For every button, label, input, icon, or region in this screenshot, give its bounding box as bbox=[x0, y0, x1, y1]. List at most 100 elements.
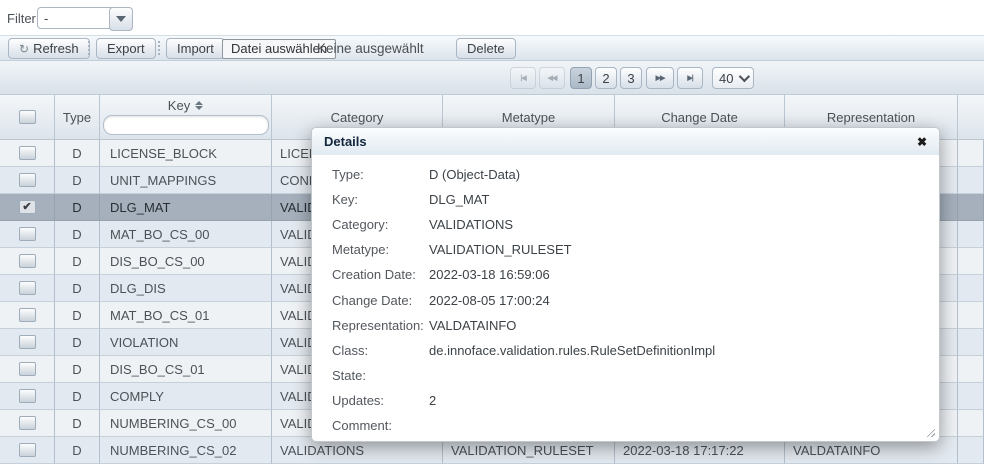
row-checkbox-cell: ✔ bbox=[0, 356, 55, 383]
cell-filler bbox=[958, 194, 984, 221]
cell-filler bbox=[958, 410, 984, 437]
row-checkbox[interactable]: ✔ bbox=[19, 416, 36, 430]
delete-button[interactable]: Delete bbox=[456, 38, 516, 59]
column-header-filler bbox=[958, 95, 984, 139]
row-checkbox[interactable]: ✔ bbox=[19, 173, 36, 187]
first-page-button[interactable]: |◀ bbox=[510, 67, 536, 89]
cell-key: NUMBERING_CS_02 bbox=[100, 437, 272, 464]
detail-field-row: Metatype:VALIDATION_RULESET bbox=[332, 237, 939, 262]
filter-label: Filter bbox=[7, 11, 36, 26]
row-checkbox[interactable]: ✔ bbox=[19, 308, 36, 322]
row-checkbox[interactable]: ✔ bbox=[19, 443, 36, 457]
last-page-button[interactable]: ▶| bbox=[677, 67, 703, 89]
page-button-3[interactable]: 3 bbox=[620, 67, 642, 89]
refresh-button[interactable]: ↻Refresh bbox=[8, 38, 90, 59]
import-button[interactable]: Import bbox=[166, 38, 225, 59]
export-button[interactable]: Export bbox=[96, 38, 156, 59]
cell-type: D bbox=[55, 437, 100, 464]
detail-field-row: Updates:2 bbox=[332, 388, 939, 413]
cell-key: DIS_BO_CS_00 bbox=[100, 248, 272, 275]
detail-field-label: Type: bbox=[332, 167, 429, 182]
cell-filler bbox=[958, 329, 984, 356]
cell-type: D bbox=[55, 167, 100, 194]
cell-type: D bbox=[55, 356, 100, 383]
sort-icon[interactable] bbox=[195, 101, 203, 110]
cell-type: D bbox=[55, 140, 100, 167]
row-checkbox[interactable]: ✔ bbox=[19, 335, 36, 349]
cell-type: D bbox=[55, 329, 100, 356]
cell-key: NUMBERING_CS_00 bbox=[100, 410, 272, 437]
detail-field-value: 2022-03-18 16:59:06 bbox=[429, 267, 550, 282]
prev-page-button[interactable]: ◀◀ bbox=[539, 67, 565, 89]
first-page-icon: |◀ bbox=[520, 74, 525, 82]
cell-filler bbox=[958, 140, 984, 167]
row-checkbox-cell: ✔ bbox=[0, 275, 55, 302]
cell-key: MAT_BO_CS_00 bbox=[100, 221, 272, 248]
detail-field-label: Creation Date: bbox=[332, 267, 429, 282]
detail-field-label: Updates: bbox=[332, 393, 429, 408]
detail-field-label: Metatype: bbox=[332, 242, 429, 257]
detail-field-row: Representation:VALDATAINFO bbox=[332, 313, 939, 338]
row-checkbox-cell: ✔ bbox=[0, 194, 55, 221]
detail-field-value: 2 bbox=[429, 393, 436, 408]
cell-filler bbox=[958, 302, 984, 329]
row-checkbox[interactable]: ✔ bbox=[19, 281, 36, 295]
row-checkbox[interactable]: ✔ bbox=[19, 254, 36, 268]
cell-filler bbox=[958, 383, 984, 410]
detail-field-row: Class:de.innoface.validation.rules.RuleS… bbox=[332, 338, 939, 363]
column-header-key-label: Key bbox=[168, 98, 190, 113]
row-checkbox[interactable]: ✔ bbox=[19, 200, 36, 214]
filter-bar: Filter bbox=[0, 0, 984, 35]
dialog-body: Type:D (Object-Data)Key:DLG_MATCategory:… bbox=[312, 155, 939, 438]
cell-filler bbox=[958, 167, 984, 194]
detail-field-row: Comment: bbox=[332, 413, 939, 438]
row-checkbox-cell: ✔ bbox=[0, 140, 55, 167]
cell-filler bbox=[958, 437, 984, 464]
pagination-bar: |◀ ◀◀ 1 2 3 ▶▶ ▶| 40 bbox=[0, 61, 984, 95]
refresh-icon: ↻ bbox=[19, 42, 29, 56]
key-filter-input[interactable] bbox=[103, 115, 269, 135]
page-size-select[interactable]: 40 bbox=[712, 67, 754, 89]
cell-key: VIOLATION bbox=[100, 329, 272, 356]
detail-field-value: VALIDATIONS bbox=[429, 217, 513, 232]
cell-key: DLG_MAT bbox=[100, 194, 272, 221]
next-page-icon: ▶▶ bbox=[656, 74, 665, 82]
detail-field-label: Comment: bbox=[332, 418, 429, 433]
detail-field-value: 2022-08-05 17:00:24 bbox=[429, 293, 550, 308]
prev-page-icon: ◀◀ bbox=[548, 74, 557, 82]
dialog-title: Details bbox=[324, 134, 367, 149]
row-checkbox-cell: ✔ bbox=[0, 221, 55, 248]
select-all-checkbox[interactable] bbox=[19, 110, 36, 124]
page-button-2[interactable]: 2 bbox=[595, 67, 617, 89]
column-header-type[interactable]: Type bbox=[55, 95, 100, 139]
row-checkbox-cell: ✔ bbox=[0, 437, 55, 464]
row-checkbox-cell: ✔ bbox=[0, 248, 55, 275]
file-status-text: Keine ausgewählt bbox=[317, 41, 424, 56]
dialog-header[interactable]: Details ✖ bbox=[312, 128, 939, 155]
filter-dropdown-button[interactable] bbox=[109, 7, 133, 31]
row-checkbox-cell: ✔ bbox=[0, 167, 55, 194]
row-checkbox[interactable]: ✔ bbox=[19, 227, 36, 241]
detail-field-value: VALDATAINFO bbox=[429, 318, 516, 333]
cell-filler bbox=[958, 248, 984, 275]
detail-field-value: de.innoface.validation.rules.RuleSetDefi… bbox=[429, 343, 715, 358]
detail-field-value: D (Object-Data) bbox=[429, 167, 520, 182]
detail-field-label: Class: bbox=[332, 343, 429, 358]
cell-key: DLG_DIS bbox=[100, 275, 272, 302]
column-header-key[interactable]: Key bbox=[100, 95, 272, 139]
row-checkbox-cell: ✔ bbox=[0, 302, 55, 329]
cell-key: COMPLY bbox=[100, 383, 272, 410]
header-checkbox-cell bbox=[0, 95, 55, 139]
row-checkbox[interactable]: ✔ bbox=[19, 389, 36, 403]
next-page-button[interactable]: ▶▶ bbox=[646, 67, 674, 89]
row-checkbox[interactable]: ✔ bbox=[19, 146, 36, 160]
detail-field-label: Change Date: bbox=[332, 293, 429, 308]
check-icon: ✔ bbox=[22, 202, 31, 213]
close-icon[interactable]: ✖ bbox=[917, 136, 927, 148]
filter-combobox-input[interactable] bbox=[37, 7, 117, 29]
detail-field-label: State: bbox=[332, 368, 429, 383]
page-size-value: 40 bbox=[719, 71, 733, 86]
page-button-1[interactable]: 1 bbox=[570, 67, 592, 89]
row-checkbox[interactable]: ✔ bbox=[19, 362, 36, 376]
cell-type: D bbox=[55, 302, 100, 329]
